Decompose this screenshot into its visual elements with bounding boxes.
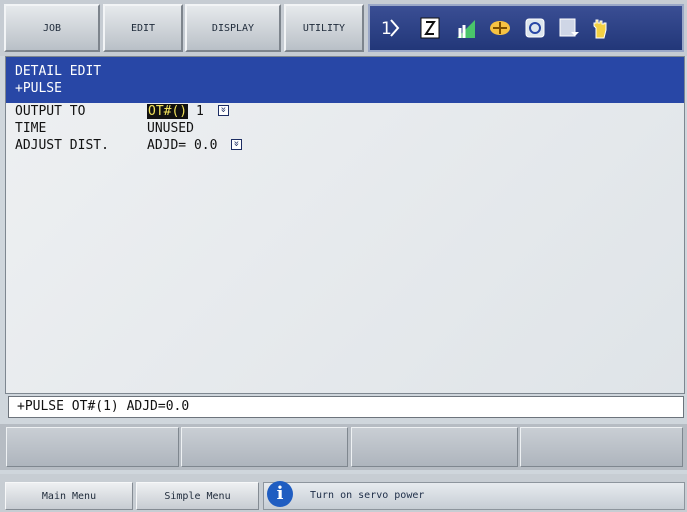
job-menu-button[interactable]: JOB	[4, 4, 100, 52]
svg-text:1: 1	[381, 19, 392, 39]
detail-edit-panel: DETAIL EDIT +PULSE OUTPUT TO OT#() 1 TIM…	[5, 56, 685, 394]
adjust-dist-label: ADJUST DIST.	[15, 138, 109, 153]
adjust-dist-value[interactable]: ADJD= 0.0	[147, 138, 243, 153]
hand-icon[interactable]	[588, 16, 612, 40]
info-icon: i	[267, 481, 293, 507]
output-to-value[interactable]: OT#() 1	[147, 104, 229, 119]
edit-menu-button[interactable]: EDIT	[103, 4, 183, 52]
save-icon[interactable]	[557, 16, 581, 40]
adjust-dist-text[interactable]: ADJD= 0.0	[147, 138, 217, 153]
status-message: i Turn on servo power	[263, 481, 685, 510]
signal-icon[interactable]	[454, 16, 478, 40]
bottom-bar: Main Menu Simple Menu i Turn on servo po…	[0, 474, 687, 512]
edit-mode-icon[interactable]	[418, 16, 442, 40]
cursor-mode-icon[interactable]: 1	[380, 16, 404, 40]
time-value[interactable]: UNUSED	[147, 121, 194, 136]
message-text: Turn on servo power	[310, 490, 425, 501]
safety-icon[interactable]	[523, 16, 547, 40]
output-to-number[interactable]: 1	[196, 104, 204, 119]
function-key-4[interactable]	[520, 427, 683, 467]
dropdown-icon[interactable]	[231, 139, 243, 150]
coordinate-icon[interactable]	[488, 16, 512, 40]
function-key-3[interactable]	[351, 427, 518, 467]
display-menu-button[interactable]: DISPLAY	[185, 4, 281, 52]
function-key-1[interactable]	[6, 427, 179, 467]
output-to-label: OUTPUT TO	[15, 104, 86, 119]
title-bar: DETAIL EDIT +PULSE	[6, 57, 684, 103]
panel-title: DETAIL EDIT	[15, 64, 102, 79]
function-key-2[interactable]	[181, 427, 348, 467]
dropdown-icon[interactable]	[217, 105, 229, 116]
utility-menu-button[interactable]: UTILITY	[284, 4, 364, 52]
simple-menu-button[interactable]: Simple Menu	[136, 482, 259, 510]
output-to-prefix[interactable]: OT#()	[147, 104, 189, 119]
main-menu-button[interactable]: Main Menu	[5, 482, 133, 510]
status-area: 1	[368, 4, 684, 52]
instruction-input-line[interactable]: +PULSE OT#(1) ADJD=0.0	[8, 396, 684, 418]
instruction-name: +PULSE	[15, 81, 62, 96]
function-key-row	[0, 424, 687, 470]
top-menu-bar: JOB EDIT DISPLAY UTILITY 1	[0, 0, 687, 56]
time-label: TIME	[15, 121, 47, 136]
